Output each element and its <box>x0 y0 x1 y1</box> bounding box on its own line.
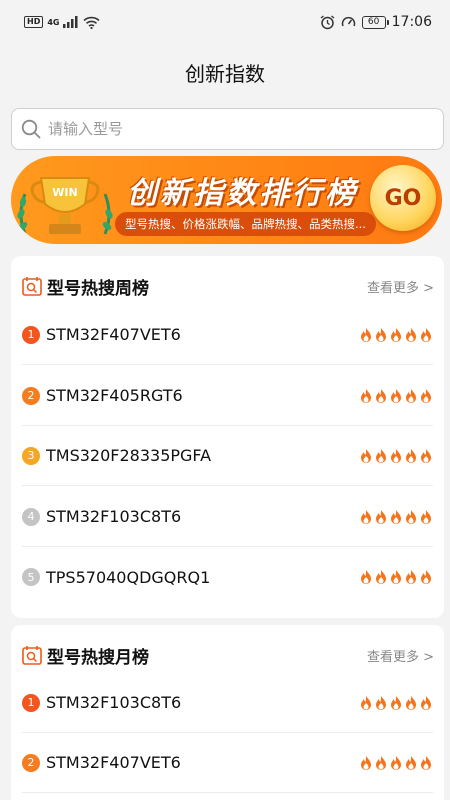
flame-icon <box>376 327 386 342</box>
weekly-hot-search-card: 型号热搜周榜 查看更多 > 1 STM32F407VET6 2 STM32F40… <box>11 256 444 618</box>
rank-row[interactable]: 5 TPS57040QDGQRQ1 <box>22 547 433 607</box>
flame-icon <box>421 448 431 463</box>
monthly-more-link[interactable]: 查看更多 > <box>367 646 434 665</box>
heat-rating <box>359 388 433 404</box>
flame-icon <box>421 509 431 524</box>
flame-icon <box>376 570 386 584</box>
rank-row[interactable]: 1 STM32F407VET6 <box>22 305 433 365</box>
flame-icon <box>376 448 386 463</box>
rank-badge: 4 <box>22 507 40 526</box>
flame-icon <box>361 695 371 710</box>
rank-row[interactable]: 4 STM32F103C8T6 <box>22 487 433 547</box>
status-bar: HD 4G 60 17:06 <box>0 0 450 44</box>
rank-badge: 2 <box>22 386 40 405</box>
rank-row[interactable]: 1 STM32F103C8T6 <box>22 673 433 733</box>
monthly-title-wrap: 型号热搜月榜 <box>21 643 149 668</box>
speed-icon <box>341 16 355 26</box>
part-number: STM32F407VET6 <box>46 753 181 772</box>
title-bar: 创新指数 <box>0 44 450 100</box>
status-right: 60 17:06 <box>320 14 432 30</box>
flame-icon <box>391 695 401 710</box>
flame-icon <box>391 388 401 403</box>
rank-badge: 1 <box>22 325 40 344</box>
part-number: TPS57040QDGQRQ1 <box>46 567 211 587</box>
flame-icon <box>361 388 371 403</box>
ranking-banner[interactable]: WIN 创新指数排行榜 型号热搜、价格涨跌幅、品牌热搜、品类热搜... GO <box>11 156 442 244</box>
flame-icon <box>406 509 416 524</box>
rank-badge: 2 <box>22 753 40 772</box>
rank-badge: 1 <box>22 693 40 712</box>
rank-row[interactable]: 2 STM32F405RGT6 <box>22 366 433 426</box>
flame-icon <box>421 570 431 584</box>
network-type: 4G <box>47 17 60 27</box>
signal-icon <box>63 16 78 28</box>
part-number: STM32F103C8T6 <box>46 507 182 526</box>
flame-icon <box>406 755 416 770</box>
calendar-search-icon <box>22 646 42 665</box>
flame-icon <box>406 388 416 403</box>
trophy-icon: WIN <box>17 177 113 235</box>
go-label: GO <box>384 185 422 211</box>
flame-icon <box>361 755 371 770</box>
heat-rating <box>359 448 433 464</box>
flame-icon <box>391 327 401 342</box>
heat-rating <box>359 755 433 771</box>
monthly-hot-search-card: 型号热搜月榜 查看更多 > 1 STM32F103C8T6 2 STM32F40… <box>11 625 444 800</box>
rank-row[interactable]: 3 TMS320F28335PGFA <box>22 426 433 486</box>
flame-icon <box>376 695 386 710</box>
flame-icon <box>406 570 416 584</box>
flame-icon <box>391 509 401 524</box>
flame-icon <box>421 388 431 403</box>
rank-row[interactable]: 2 STM32F407VET6 <box>22 733 433 793</box>
alarm-icon <box>320 14 335 29</box>
monthly-title: 型号热搜月榜 <box>47 647 149 668</box>
flame-icon <box>391 448 401 463</box>
banner-subtitle: 型号热搜、价格涨跌幅、品牌热搜、品类热搜... <box>115 212 376 236</box>
part-number: STM32F405RGT6 <box>46 386 183 405</box>
battery-icon: 60 <box>361 15 389 29</box>
part-number: STM32F407VET6 <box>46 325 181 344</box>
flame-icon <box>391 570 401 584</box>
heat-rating <box>359 327 433 343</box>
banner-title: 创新指数排行榜 <box>127 176 358 211</box>
weekly-more-link[interactable]: 查看更多 > <box>367 277 434 296</box>
flame-icon <box>376 509 386 524</box>
flame-icon <box>376 755 386 770</box>
part-number: STM32F103C8T6 <box>46 693 182 712</box>
flame-icon <box>391 755 401 770</box>
flame-icon <box>421 695 431 710</box>
search-icon <box>21 119 41 139</box>
flame-icon <box>406 327 416 342</box>
go-button[interactable]: GO <box>370 165 436 231</box>
flame-icon <box>406 448 416 463</box>
status-left: HD 4G <box>24 16 101 29</box>
trophy-label: WIN <box>52 186 77 199</box>
status-time: 17:06 <box>391 14 432 30</box>
rank-badge: 5 <box>22 568 40 586</box>
wifi-icon <box>83 16 101 29</box>
rank-badge: 3 <box>22 446 40 465</box>
calendar-search-icon <box>22 277 42 296</box>
flame-icon <box>361 570 371 584</box>
search-input[interactable] <box>48 120 428 138</box>
flame-icon <box>421 327 431 342</box>
flame-icon <box>361 448 371 463</box>
flame-icon <box>421 755 431 770</box>
flame-icon <box>361 509 371 524</box>
weekly-title-wrap: 型号热搜周榜 <box>21 274 149 299</box>
part-number: TMS320F28335PGFA <box>46 446 212 465</box>
hd-badge: HD <box>24 16 44 28</box>
flame-icon <box>376 388 386 403</box>
search-box[interactable] <box>11 108 444 150</box>
page-title: 创新指数 <box>185 61 265 86</box>
heat-rating <box>359 509 433 525</box>
heat-rating <box>359 569 433 585</box>
weekly-title: 型号热搜周榜 <box>47 278 149 299</box>
flame-icon <box>361 327 371 342</box>
heat-rating <box>359 695 433 711</box>
flame-icon <box>406 695 416 710</box>
